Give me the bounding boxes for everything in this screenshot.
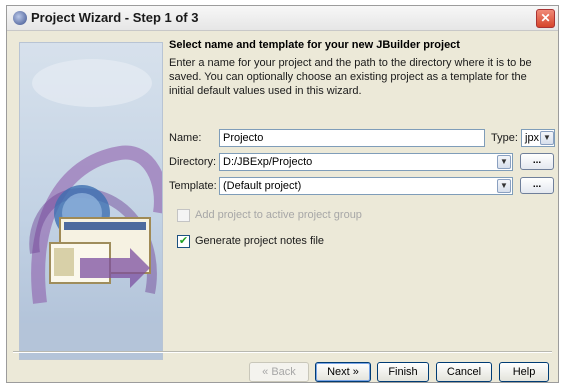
title-bar[interactable]: Project Wizard - Step 1 of 3 ✕ [7, 6, 558, 31]
window-title: Project Wizard - Step 1 of 3 [31, 10, 199, 25]
project-wizard-dialog: Project Wizard - Step 1 of 3 ✕ Select na… [6, 5, 559, 383]
wizard-illustration [19, 42, 163, 360]
page-description: Enter a name for your project and the pa… [169, 57, 532, 97]
generate-notes-checkbox[interactable]: ✔ [177, 235, 190, 248]
directory-combo[interactable]: D:/JBExp/Projecto [219, 153, 513, 171]
directory-label: Directory: [169, 156, 217, 168]
browse-directory-button[interactable]: ... [520, 153, 554, 170]
browse-template-button[interactable]: ... [520, 177, 554, 194]
app-logo-icon [13, 11, 27, 25]
chevron-down-icon[interactable]: ▼ [497, 179, 511, 193]
template-combo[interactable]: (Default project) [219, 177, 513, 195]
next-button[interactable]: Next » [315, 362, 371, 382]
directory-value: D:/JBExp/Projecto [223, 156, 313, 168]
chevron-down-icon[interactable]: ▼ [540, 131, 554, 145]
checkmark-icon: ✔ [178, 235, 189, 247]
add-to-group-label: Add project to active project group [195, 209, 362, 221]
help-button[interactable]: Help [499, 362, 549, 382]
name-input[interactable]: Projecto [219, 129, 485, 147]
add-to-group-checkbox[interactable] [177, 209, 190, 222]
close-icon[interactable]: ✕ [536, 9, 555, 28]
template-label: Template: [169, 180, 217, 192]
chevron-down-icon[interactable]: ▼ [497, 155, 511, 169]
generate-notes-label: Generate project notes file [195, 235, 325, 247]
footer-divider [13, 351, 552, 353]
page-heading: Select name and template for your new JB… [169, 39, 460, 51]
name-label: Name: [169, 132, 202, 144]
type-value: jpx [525, 132, 540, 144]
template-value: (Default project) [223, 180, 302, 192]
cancel-button[interactable]: Cancel [436, 362, 492, 382]
back-button[interactable]: « Back [249, 362, 309, 382]
finish-button[interactable]: Finish [377, 362, 429, 382]
type-label: Type: [491, 132, 518, 144]
